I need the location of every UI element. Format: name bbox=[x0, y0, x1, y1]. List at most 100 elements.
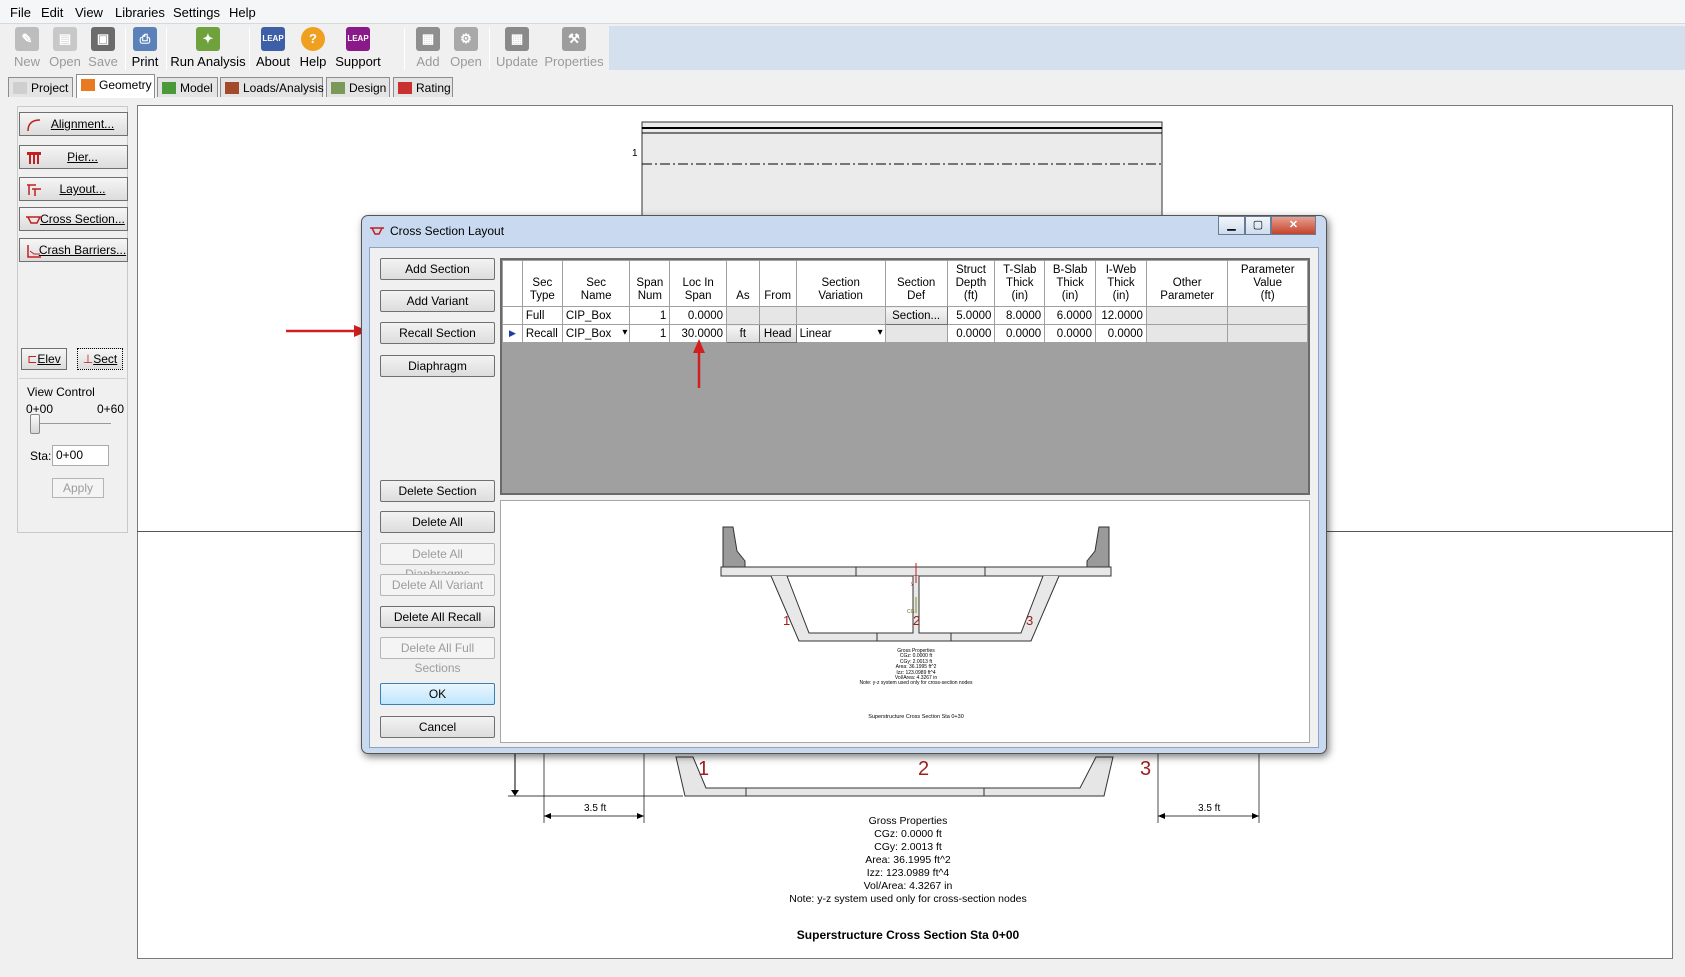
menu-file[interactable]: File bbox=[10, 5, 31, 20]
open2-button[interactable]: ⚙ Open bbox=[448, 25, 484, 71]
station-slider-track[interactable] bbox=[31, 423, 111, 424]
cell[interactable]: 1 bbox=[629, 324, 671, 343]
recall-section-button[interactable]: Recall Section bbox=[380, 322, 495, 344]
recall-section-label: Recall Section bbox=[399, 326, 476, 340]
station-slider-thumb[interactable] bbox=[30, 414, 40, 434]
menu-view[interactable]: View bbox=[75, 5, 103, 20]
table-row[interactable]: ▶ Recall CIP_Box 1 30.0000 ft Head Linea… bbox=[502, 324, 1308, 343]
dialog-titlebar[interactable]: Cross Section Layout ▁ ▢ ✕ bbox=[362, 216, 1326, 246]
cross-section-button[interactable]: Cross Section... bbox=[19, 207, 128, 231]
tab-rating[interactable]: Rating bbox=[393, 77, 453, 97]
delete-section-button[interactable]: Delete Section bbox=[380, 480, 495, 502]
ok-button[interactable]: OK bbox=[380, 683, 495, 705]
maximize-button[interactable]: ▢ bbox=[1245, 216, 1271, 235]
col-header[interactable]: From bbox=[758, 260, 797, 307]
col-header[interactable]: B-Slab Thick (in) bbox=[1044, 260, 1096, 307]
sec-name-dropdown[interactable]: CIP_Box bbox=[561, 324, 631, 343]
pier-button[interactable]: Pier... bbox=[19, 145, 128, 169]
print-button[interactable]: ⎙ Print bbox=[128, 25, 162, 71]
col-header[interactable]: Sec Type bbox=[521, 260, 563, 307]
cell[interactable]: 0.0000 bbox=[1044, 324, 1096, 343]
new-button[interactable]: ✎ New bbox=[10, 25, 44, 71]
sect-button[interactable]: ⊥Sect bbox=[77, 348, 123, 370]
delete-all-button[interactable]: Delete All bbox=[380, 511, 495, 533]
delete-all-full-sections-button[interactable]: Delete All Full Sections bbox=[380, 637, 495, 675]
row-selector[interactable]: ▶ bbox=[502, 324, 523, 343]
col-header[interactable]: Other Parameter bbox=[1145, 260, 1229, 307]
col-header[interactable]: Section Def bbox=[884, 260, 948, 307]
as-button[interactable]: ft bbox=[726, 324, 760, 343]
col-header[interactable]: As bbox=[726, 260, 760, 307]
col-header[interactable]: Section Variation bbox=[795, 260, 886, 307]
tab-geometry[interactable]: Geometry bbox=[76, 74, 155, 98]
col-header[interactable]: Parameter Value (ft) bbox=[1227, 260, 1308, 307]
close-button[interactable]: ✕ bbox=[1271, 216, 1316, 235]
cell[interactable] bbox=[1227, 306, 1308, 325]
col-header[interactable]: Sec Name bbox=[561, 260, 631, 307]
cell[interactable]: 5.0000 bbox=[946, 306, 996, 325]
cell[interactable]: 12.0000 bbox=[1094, 306, 1147, 325]
row-selector[interactable] bbox=[502, 306, 523, 325]
tab-loads-analysis[interactable]: Loads/Analysis bbox=[220, 77, 324, 97]
delete-all-variant-button[interactable]: Delete All Variant bbox=[380, 574, 495, 596]
alignment-button[interactable]: Alignment... bbox=[19, 112, 128, 136]
apply-button[interactable]: Apply bbox=[52, 478, 104, 498]
open-button[interactable]: ▤ Open bbox=[47, 25, 83, 71]
about-button[interactable]: LEAP About bbox=[253, 25, 293, 71]
update-button[interactable]: ▦ Update bbox=[493, 25, 541, 71]
cell[interactable]: 1 bbox=[629, 306, 671, 325]
section-def-button[interactable]: Section... bbox=[884, 306, 948, 325]
tab-design[interactable]: Design bbox=[326, 77, 390, 97]
cell[interactable]: 8.0000 bbox=[994, 306, 1046, 325]
run-analysis-button[interactable]: ✦ Run Analysis bbox=[170, 25, 246, 71]
cell[interactable]: 0.0000 bbox=[669, 306, 728, 325]
add-button[interactable]: ▦ Add bbox=[410, 25, 446, 71]
section-variation-dropdown[interactable]: Linear bbox=[795, 324, 886, 343]
cell[interactable]: Recall bbox=[521, 324, 563, 343]
from-button[interactable]: Head bbox=[758, 324, 797, 343]
diaphragm-button[interactable]: Diaphragm bbox=[380, 355, 495, 377]
cell[interactable]: CIP_Box bbox=[561, 306, 631, 325]
cancel-button[interactable]: Cancel bbox=[380, 716, 495, 738]
menu-help[interactable]: Help bbox=[229, 5, 256, 20]
add-section-button[interactable]: Add Section bbox=[380, 258, 495, 280]
tab-project[interactable]: Project bbox=[8, 77, 73, 97]
col-header[interactable]: Span Num bbox=[629, 260, 671, 307]
menu-edit[interactable]: Edit bbox=[41, 5, 63, 20]
cell[interactable] bbox=[884, 324, 948, 343]
tab-model[interactable]: Model bbox=[157, 77, 218, 97]
properties-button[interactable]: ⚒ Properties bbox=[544, 25, 604, 71]
menu-settings[interactable]: Settings bbox=[173, 5, 220, 20]
cell[interactable] bbox=[758, 306, 797, 325]
elev-button[interactable]: ⊏Elev bbox=[21, 348, 67, 370]
help-button[interactable]: ? Help bbox=[296, 25, 330, 71]
cell[interactable]: 0.0000 bbox=[1094, 324, 1147, 343]
section-grid[interactable]: Sec Type Sec Name Span Num Loc In Span As Fr… bbox=[500, 258, 1310, 495]
menu-libraries[interactable]: Libraries bbox=[115, 5, 165, 20]
add-variant-button[interactable]: Add Variant bbox=[380, 290, 495, 312]
cell[interactable]: 0.0000 bbox=[946, 324, 996, 343]
col-header[interactable]: I-Web Thick (in) bbox=[1094, 260, 1147, 307]
col-header[interactable]: T-Slab Thick (in) bbox=[994, 260, 1046, 307]
cell[interactable]: 6.0000 bbox=[1044, 306, 1096, 325]
cell[interactable]: Full bbox=[521, 306, 563, 325]
cell[interactable] bbox=[1145, 306, 1229, 325]
preview-caption: Superstructure Cross Section Sta 0+30 bbox=[868, 714, 964, 720]
save-button[interactable]: ▣ Save bbox=[86, 25, 120, 71]
col-header[interactable]: Loc In Span bbox=[669, 260, 728, 307]
cell[interactable] bbox=[1227, 324, 1308, 343]
cell[interactable] bbox=[795, 306, 886, 325]
cell[interactable]: 0.0000 bbox=[994, 324, 1046, 343]
delete-all-recall-button[interactable]: Delete All Recall bbox=[380, 606, 495, 628]
support-label: Support bbox=[335, 54, 381, 69]
cell[interactable] bbox=[726, 306, 760, 325]
cell[interactable] bbox=[1145, 324, 1229, 343]
layout-button[interactable]: Layout... bbox=[19, 177, 128, 201]
table-row[interactable]: Full CIP_Box 1 0.0000 Section... 5.0000 … bbox=[502, 306, 1308, 325]
delete-all-diaphragms-button[interactable]: Delete All Diaphragms bbox=[380, 543, 495, 581]
support-button[interactable]: LEAP Support bbox=[333, 25, 383, 71]
col-header[interactable]: Struct Depth (ft) bbox=[946, 260, 996, 307]
minimize-button[interactable]: ▁ bbox=[1218, 216, 1245, 235]
crash-barriers-button[interactable]: Crash Barriers... bbox=[19, 238, 128, 262]
sta-input[interactable]: 0+00 bbox=[52, 445, 109, 466]
